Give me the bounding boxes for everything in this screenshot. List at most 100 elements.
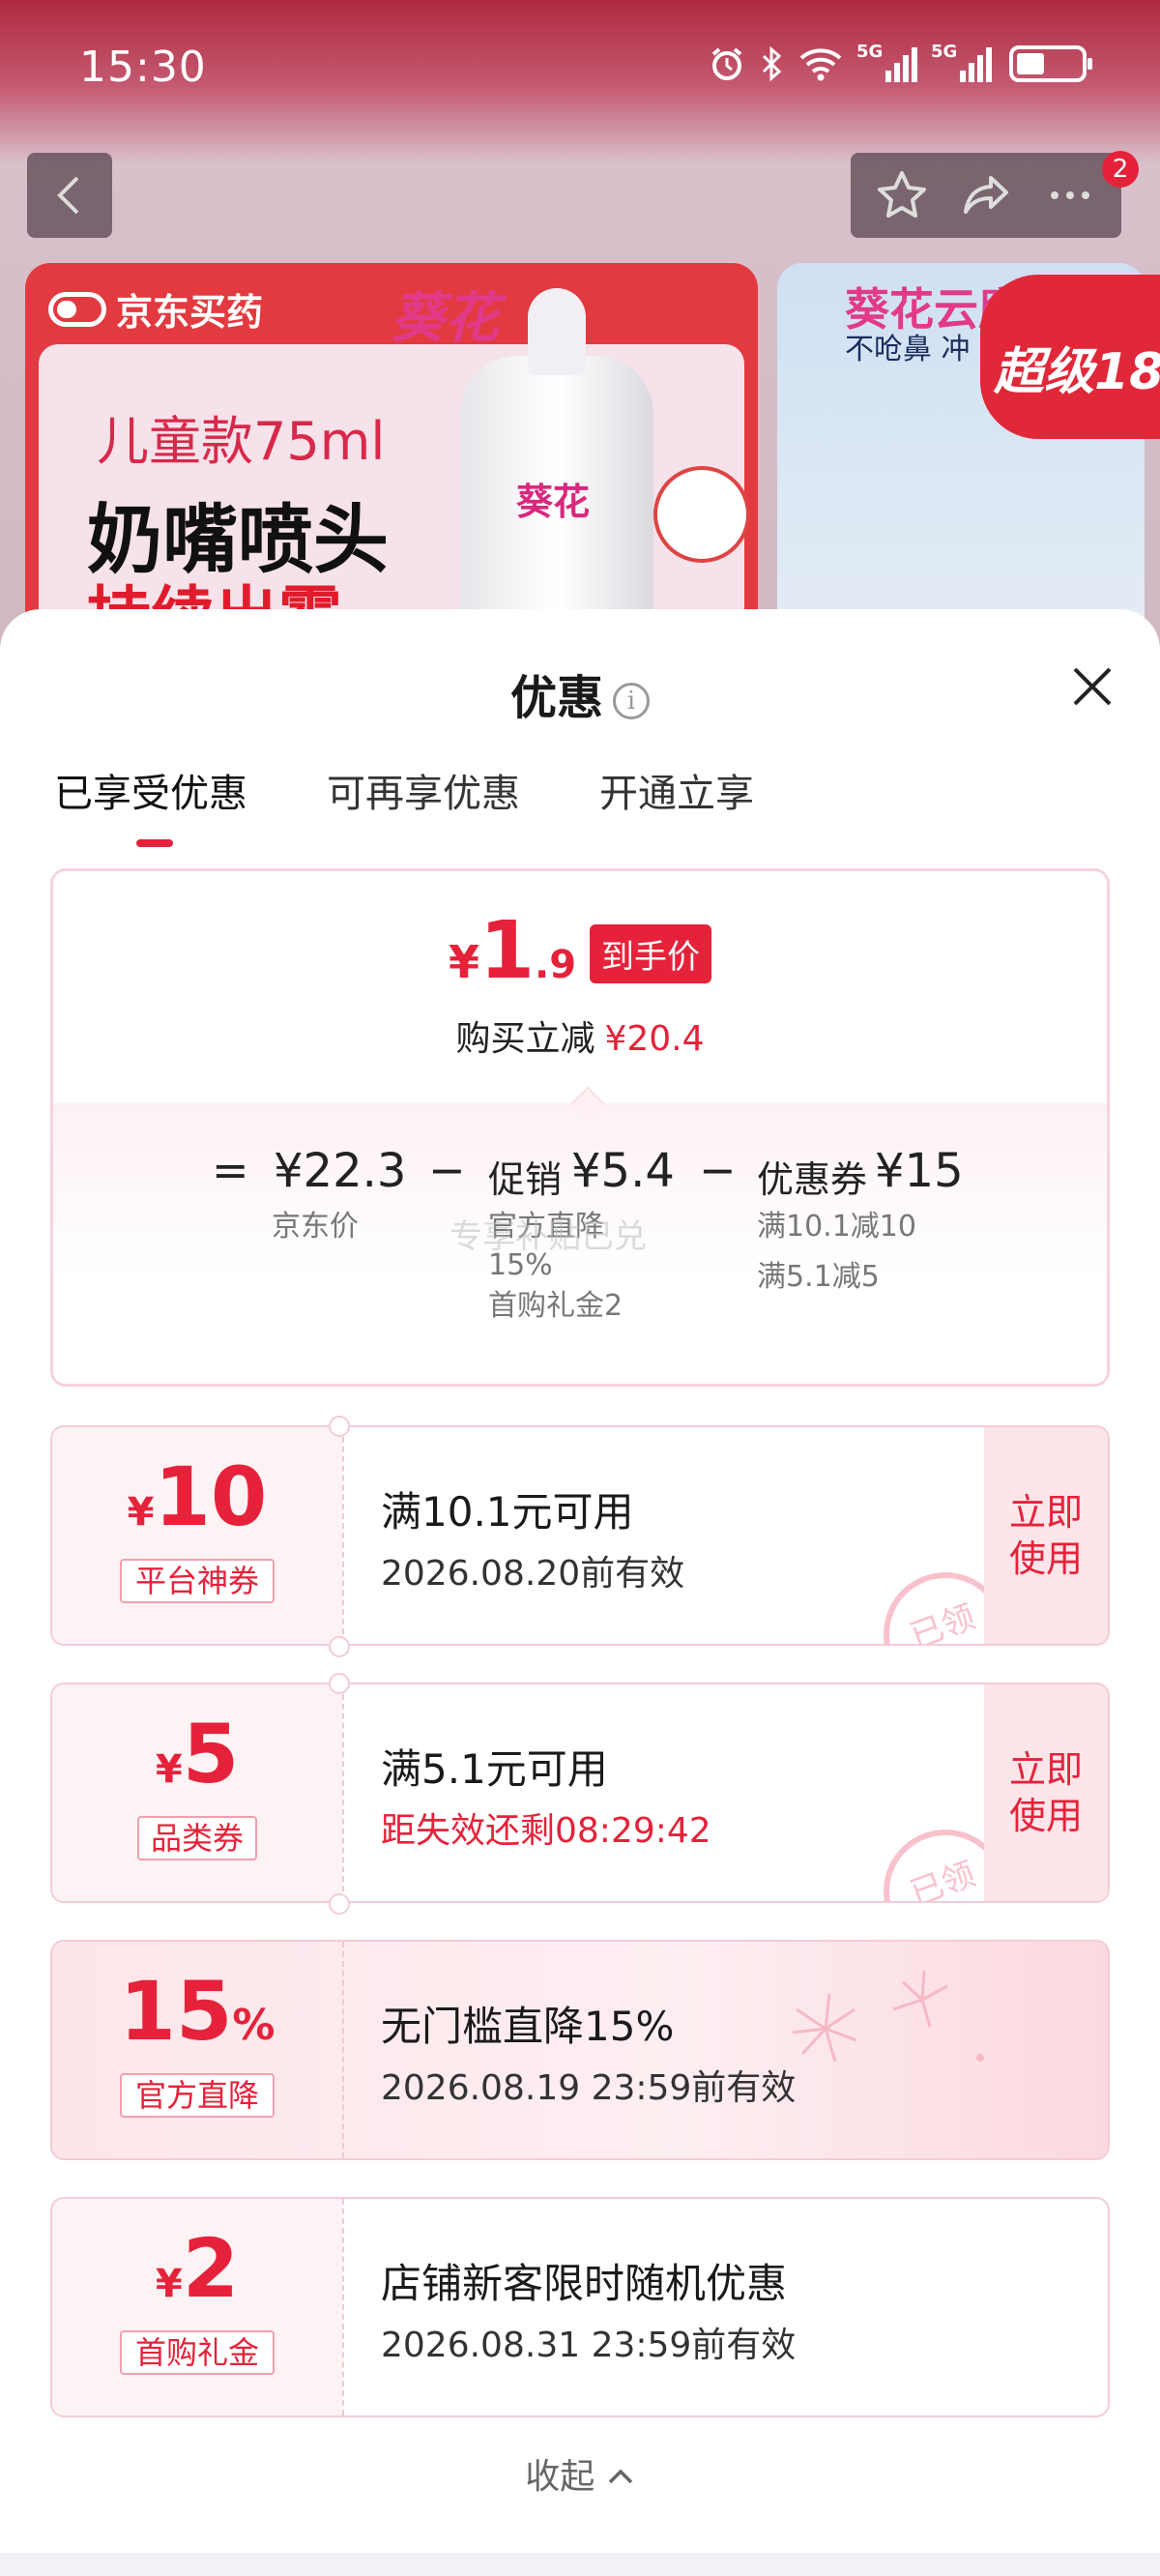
bottom-safe-area — [0, 2553, 1160, 2576]
product-tagline-2: 不呛鼻 冲 — [845, 333, 971, 366]
battery-icon — [1009, 45, 1092, 82]
chevron-left-icon — [57, 176, 79, 215]
instant-save-row: 购买立减 ¥20.4 — [53, 1010, 1107, 1061]
status-icons: 5G 5G — [708, 42, 1092, 83]
coupon-amount: ¥5 — [155, 1707, 240, 1801]
tab-enjoyed[interactable]: 已享受优惠 — [54, 762, 247, 847]
share-icon[interactable] — [959, 168, 1013, 222]
coupon-countdown: 距失效还剩08:29:42 — [381, 1811, 711, 1851]
coupon-official-discount: 15% 官方直降 无门槛直降15% 2026.08.19 23:59前有效 — [50, 1940, 1110, 2160]
ticket-notch — [329, 1673, 350, 1694]
final-price-integer: 1 — [478, 905, 536, 997]
final-price: ¥ 1 .9 到手价 — [53, 912, 1107, 993]
collapse-button[interactable]: 收起 — [0, 2448, 1160, 2499]
price-summary-card: ¥ 1 .9 到手价 购买立减 ¥20.4 = ¥22.3 京东价 − 促销 ¥5… — [50, 868, 1110, 1387]
bottle-label: 葵花 — [516, 481, 591, 523]
coupon-expiry: 2026.08.20前有效 — [381, 1554, 685, 1594]
alarm-icon — [711, 47, 742, 80]
coupon-detail-2: 满5.1减5 — [757, 1260, 880, 1294]
discount-tabs: 已享受优惠 可再享优惠 开通立享 — [54, 762, 754, 847]
price-breakdown: = ¥22.3 京东价 − 促销 ¥5.4 官方直降 15% 首购礼金2 − 优… — [53, 1144, 1107, 1384]
chevron-up-icon — [608, 2469, 632, 2484]
minus-sign: − — [428, 1144, 466, 1196]
use-now-button[interactable]: 立即使用 — [984, 1684, 1108, 1901]
coupon-amount-unit: % — [232, 2001, 276, 2050]
back-button[interactable] — [27, 153, 112, 238]
sheet-title-text: 优惠 — [509, 671, 603, 725]
network-type-label: 5G — [856, 42, 884, 62]
coupon-kind-tag: 平台神券 — [120, 1559, 275, 1603]
coupon-amount: ¥2 — [155, 2221, 240, 2316]
close-button[interactable] — [1067, 661, 1117, 712]
jd-price-value: ¥22.3 — [274, 1144, 407, 1198]
currency-symbol: ¥ — [448, 936, 479, 988]
collapse-label: 收起 — [525, 2457, 595, 2497]
star-icon[interactable] — [875, 168, 929, 222]
info-icon[interactable]: i — [613, 683, 650, 719]
save-label: 购买立减 — [455, 1019, 595, 1059]
jd-pharmacy-logo: 京东买药 — [48, 282, 263, 336]
network-type-label-2: 5G — [931, 42, 958, 62]
coupon-platform: ¥10 平台神券 满10.1元可用 2026.08.20前有效 已领 立即使用 — [50, 1425, 1110, 1646]
ticket-notch — [329, 1636, 350, 1657]
coupon-divider — [342, 1942, 344, 2158]
signal-icon: 5G — [856, 42, 917, 82]
coupon-amount-value: 2 — [182, 2221, 240, 2316]
pill-icon — [48, 291, 106, 327]
coupon-amount-value: 15 — [119, 1964, 233, 2059]
brand-mark: 葵花 — [391, 287, 499, 350]
coupon-kind-tag: 首购礼金 — [120, 2330, 275, 2375]
coupon-first-purchase: ¥2 首购礼金 店铺新客限时随机优惠 2026.08.31 23:59前有效 — [50, 2197, 1110, 2417]
coupon-expiry: 2026.08.19 23:59前有效 — [381, 2068, 797, 2108]
promo-detail-3: 首购礼金2 — [488, 1289, 624, 1323]
coupon-divider — [342, 1427, 344, 1644]
coupon-kind-tag: 官方直降 — [120, 2073, 275, 2118]
wifi-icon — [799, 48, 842, 81]
coupon-detail-1: 满10.1减10 — [757, 1210, 916, 1244]
coupon-divider — [342, 2199, 344, 2415]
save-amount: ¥20.4 — [604, 1019, 705, 1059]
logo-text: 京东买药 — [116, 291, 264, 334]
minus-sign-2: − — [699, 1144, 737, 1196]
top-action-group — [851, 153, 1121, 238]
signal-icon-2: 5G — [931, 42, 992, 82]
ticket-notch — [329, 1416, 350, 1437]
subsidy-watermark: 专享补贴已兑 — [450, 1217, 647, 1256]
coupon-expiry: 2026.08.31 23:59前有效 — [381, 2326, 797, 2365]
tab-activate[interactable]: 开通立享 — [599, 762, 754, 818]
coupon-value: ¥15 — [875, 1144, 964, 1198]
coupon-kind-tag: 品类券 — [137, 1816, 257, 1860]
coupon-condition: 满5.1元可用 — [381, 1745, 608, 1793]
final-price-decimal: .9 — [535, 943, 577, 987]
coupon-divider — [342, 1684, 344, 1901]
firework-decoration-icon — [792, 1970, 984, 2063]
promo-value: ¥5.4 — [571, 1144, 675, 1198]
coupon-amount: ¥10 — [127, 1449, 268, 1544]
discount-sheet: 优惠 i 已享受优惠 可再享优惠 开通立享 ¥ 1 .9 到手价 购买立减 ¥20.… — [0, 609, 1160, 2576]
ticket-notch — [329, 1893, 350, 1915]
notification-badge: 2 — [1102, 151, 1139, 188]
coupon-category: ¥5 品类券 满5.1元可用 距失效还剩08:29:42 已领 立即使用 — [50, 1683, 1110, 1903]
jd-price-label: 京东价 — [272, 1210, 359, 1244]
coupon-amount: 15% — [52, 1971, 342, 2052]
nozzle-detail-image — [653, 466, 750, 563]
use-now-button[interactable]: 立即使用 — [984, 1427, 1108, 1644]
final-price-tag: 到手价 — [590, 924, 712, 983]
coupon-condition: 店铺新客限时随机优惠 — [381, 2260, 788, 2307]
status-time: 15:30 — [79, 43, 207, 92]
coupon-label: 优惠券 — [757, 1158, 868, 1201]
coupon-condition: 满10.1元可用 — [381, 1488, 634, 1536]
close-icon — [1073, 667, 1112, 706]
super-promo-badge[interactable]: 超级18 — [980, 275, 1160, 439]
product-size-text: 儿童款75ml — [97, 411, 386, 472]
sheet-title: 优惠 i — [0, 659, 1160, 727]
status-bar: 15:30 5G 5G — [0, 0, 1160, 135]
promo-label: 促销 — [488, 1158, 563, 1201]
coupon-amount-value: 10 — [154, 1449, 268, 1544]
equals-sign: = — [212, 1144, 249, 1196]
bluetooth-icon — [762, 45, 782, 82]
coupon-amount-value: 5 — [182, 1707, 240, 1801]
coupon-condition: 无门槛直降15% — [381, 2003, 675, 2050]
tab-more-available[interactable]: 可再享优惠 — [327, 762, 520, 818]
more-icon[interactable] — [1043, 168, 1097, 222]
